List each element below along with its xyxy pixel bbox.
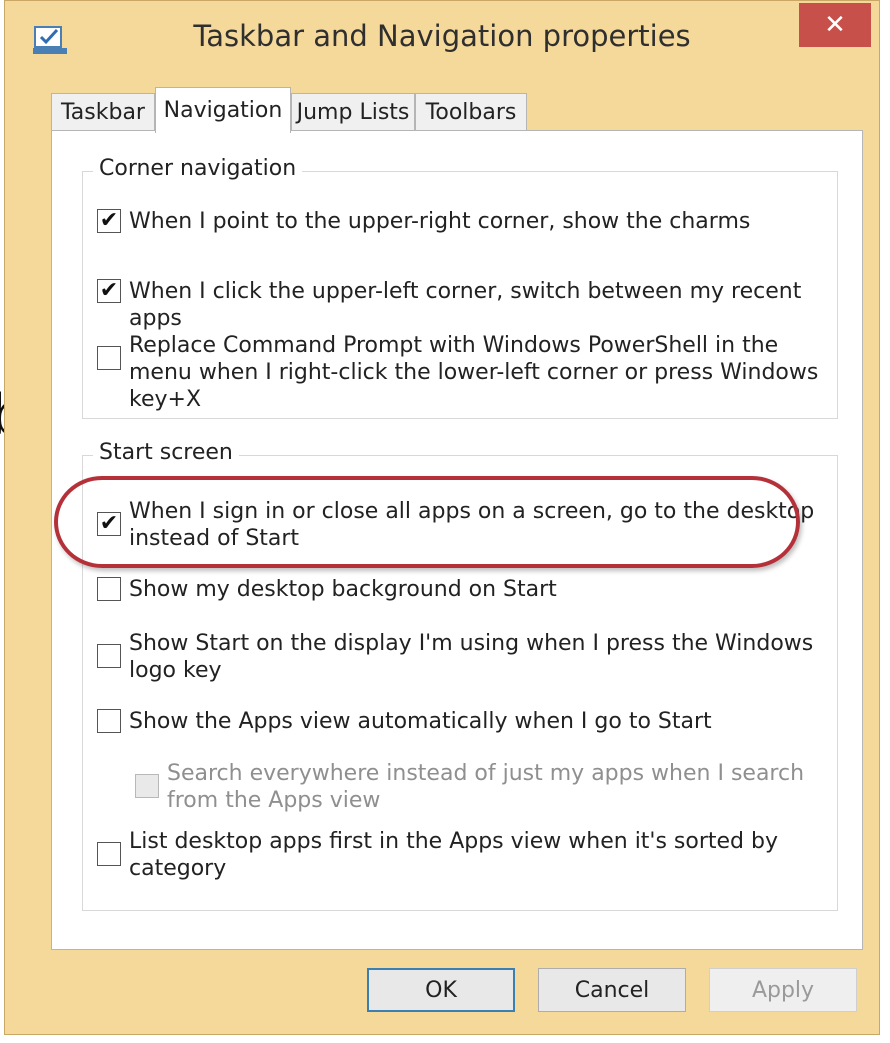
- properties-dialog: Taskbar and Navigation properties ✕ Task…: [4, 0, 880, 1035]
- tab-taskbar[interactable]: Taskbar: [51, 93, 155, 131]
- apply-button[interactable]: Apply: [709, 968, 857, 1012]
- option-label: Show the Apps view automatically when I …: [129, 709, 712, 734]
- option-label: Search everywhere instead of just my app…: [167, 761, 805, 813]
- option-label: When I click the upper-left corner, swit…: [129, 279, 802, 331]
- checkbox-go-to-desktop[interactable]: ✔: [97, 512, 121, 536]
- check-mark-icon: ✔: [99, 278, 119, 303]
- checkbox-desktop-background[interactable]: [97, 577, 121, 601]
- ok-button[interactable]: OK: [367, 968, 515, 1012]
- option-label: When I point to the upper-right corner, …: [129, 209, 751, 234]
- start-screen-legend: Start screen: [93, 440, 239, 465]
- check-mark-icon: ✔: [99, 208, 119, 233]
- window-title: Taskbar and Navigation properties: [193, 19, 691, 53]
- checkbox-search-everywhere: [135, 774, 159, 798]
- option-label: List desktop apps first in the Apps view…: [129, 829, 778, 881]
- navigation-tab-panel: Corner navigation ✔ When I point to the …: [51, 130, 863, 950]
- check-mark-icon: ✔: [99, 511, 119, 536]
- checkbox-apps-view-automatically[interactable]: [97, 709, 121, 733]
- tab-toolbars[interactable]: Toolbars: [415, 93, 527, 131]
- title-bar[interactable]: Taskbar and Navigation properties ✕: [5, 1, 879, 77]
- checkbox-start-on-display[interactable]: [97, 644, 121, 668]
- option-label: Replace Command Prompt with Windows Powe…: [129, 333, 819, 412]
- option-label: When I sign in or close all apps on a sc…: [129, 499, 815, 551]
- checkbox-upper-right-charms[interactable]: ✔: [97, 209, 121, 233]
- close-icon: ✕: [824, 10, 846, 40]
- close-button[interactable]: ✕: [799, 3, 871, 47]
- option-label: Show my desktop background on Start: [129, 577, 557, 602]
- option-label: Show Start on the display I'm using when…: [129, 631, 814, 683]
- corner-navigation-legend: Corner navigation: [93, 156, 303, 181]
- checkbox-upper-left-switch-apps[interactable]: ✔: [97, 279, 121, 303]
- corner-navigation-group: Corner navigation ✔ When I point to the …: [82, 156, 838, 419]
- tab-jump-lists[interactable]: Jump Lists: [291, 93, 415, 131]
- checkbox-desktop-apps-first[interactable]: [97, 842, 121, 866]
- cancel-button[interactable]: Cancel: [538, 968, 686, 1012]
- checkbox-replace-command-prompt[interactable]: [97, 346, 121, 370]
- start-screen-group: Start screen ✔ When I sign in or close a…: [82, 440, 838, 911]
- tab-navigation[interactable]: Navigation: [155, 87, 291, 133]
